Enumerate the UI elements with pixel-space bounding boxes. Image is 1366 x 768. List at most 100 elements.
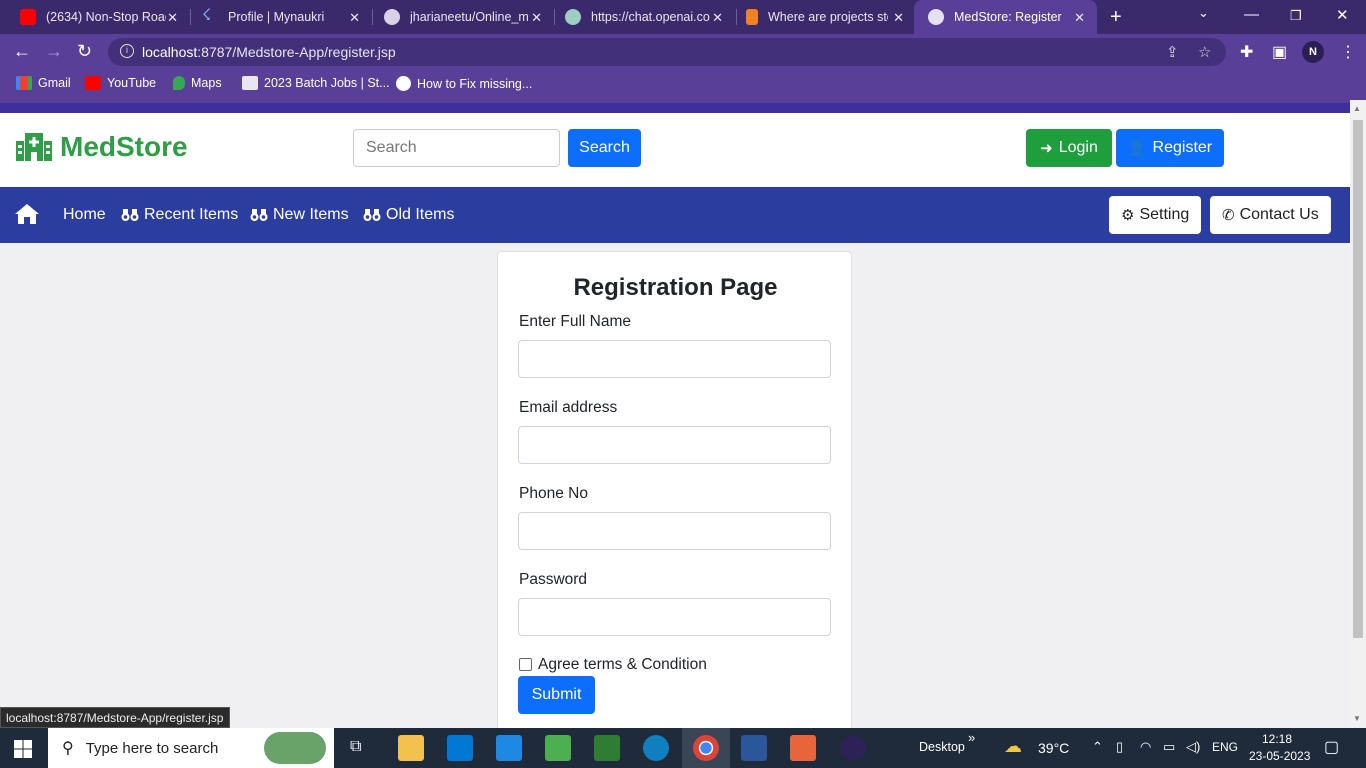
brand-logo[interactable]: MedStore [16,131,188,163]
browser-tab[interactable]: (2634) Non-Stop Road ✕ [0,0,190,34]
spreadsheet-app-icon[interactable] [545,735,571,761]
chrome-icon[interactable] [693,735,719,761]
back-arrow-icon[interactable]: ← [13,41,31,62]
bookmark-wordpress[interactable]: How to Fix missing... [396,76,532,91]
presentation-app-icon[interactable] [790,735,816,761]
registration-card: Registration Page Enter Full Name Email … [497,251,852,741]
search-button[interactable]: Search [568,129,641,167]
submit-button[interactable]: Submit [518,676,595,714]
scrollbar-thumb[interactable] [1353,120,1363,638]
password-field[interactable] [518,598,831,636]
home-icon[interactable] [14,203,40,225]
minimize-icon[interactable]: — [1244,6,1259,23]
forward-arrow-icon[interactable]: → [45,41,63,62]
github-icon [384,9,400,25]
close-icon[interactable]: ✕ [1074,10,1085,26]
full-name-label: Enter Full Name [519,313,631,330]
search-input[interactable] [353,129,560,167]
notification-icon[interactable]: ▢ [1324,737,1339,757]
browser-tab[interactable]: jharianeetu/Online_m ✕ [364,0,554,34]
binoculars-icon [363,209,381,221]
bookmark-youtube[interactable]: YouTube [85,76,156,90]
bookmark-maps[interactable]: Maps [173,76,222,90]
scroll-down-icon[interactable]: ▼ [1353,714,1361,723]
chevron-right-icon[interactable]: » [968,730,975,745]
task-view-icon[interactable]: ⧉ [350,738,361,756]
bookmark-gmail[interactable]: Gmail [16,76,71,90]
close-icon[interactable]: ✕ [893,10,904,26]
omnibox[interactable]: i localhost:8787/Medstore-App/register.j… [108,38,1226,66]
edge-icon[interactable] [643,735,669,761]
tab-title: Profile | Mynaukri [228,10,325,24]
eclipse-icon[interactable] [840,735,866,761]
setting-button[interactable]: ⚙ Setting [1109,196,1202,234]
nav-old-items[interactable]: Old Items [363,206,454,224]
nav-home[interactable]: Home [63,206,106,224]
restore-icon[interactable]: ❐ [1290,8,1302,24]
naukri-icon: ☇ [202,7,212,24]
clock-date[interactable]: 23-05-2023 [1249,749,1310,763]
share-icon[interactable]: ⇪ [1166,43,1179,61]
openai-icon [565,9,581,25]
mail-icon[interactable] [496,735,522,761]
window-close-icon[interactable]: ✕ [1336,6,1349,24]
agree-terms-checkbox[interactable] [519,658,532,671]
contact-us-button[interactable]: ✆ Contact Us [1210,196,1331,234]
jobs-icon [242,76,258,90]
file-explorer-icon[interactable] [398,735,424,761]
chevron-up-icon[interactable]: ⌃ [1092,739,1103,755]
main-navbar: Home Recent Items New Items Old Items ⚙ … [0,187,1350,243]
full-name-field[interactable] [518,340,831,378]
weather-icon[interactable]: ☁ [1004,736,1022,757]
menu-kebab-icon[interactable]: ⋮ [1340,42,1356,62]
nav-new-items[interactable]: New Items [250,206,349,224]
binoculars-icon [250,209,268,221]
extensions-puzzle-icon[interactable]: ✚ [1240,42,1253,62]
register-button[interactable]: 👤 Register [1116,129,1224,167]
tab-search-chevron-icon[interactable]: ⌄ [1198,5,1209,21]
device-icon[interactable]: ▯ [1116,739,1123,755]
login-button[interactable]: ➜ Login [1026,129,1112,167]
status-url-tooltip: localhost:8787/Medstore-App/register.jsp [0,707,231,728]
scroll-up-icon[interactable]: ▲ [1353,104,1361,113]
clock-time[interactable]: 12:18 [1262,732,1292,746]
profile-avatar[interactable]: N [1302,41,1324,63]
wifi-icon[interactable]: ◠ [1140,739,1151,755]
language-indicator[interactable]: ENG [1212,740,1238,754]
volume-icon[interactable]: ◁) [1186,739,1200,755]
hospital-icon [16,133,52,161]
browser-tab[interactable]: https://chat.openai.co ✕ [545,0,735,34]
site-info-icon[interactable]: i [120,44,134,58]
turtle-illustration-icon [264,732,326,764]
tab-title: MedStore: Register [954,10,1062,24]
media-app-icon[interactable] [594,735,620,761]
taskbar-search[interactable]: ⚲ Type here to search [48,728,334,768]
url-text[interactable]: localhost:8787/Medstore-App/register.jsp [142,44,396,60]
nav-recent-items[interactable]: Recent Items [121,206,238,224]
close-icon[interactable]: ✕ [531,10,542,26]
sign-in-icon: ➜ [1040,140,1053,157]
reload-icon[interactable]: ↻ [77,41,92,62]
battery-icon[interactable]: ▭ [1163,739,1175,755]
browser-tab-active[interactable]: MedStore: Register ✕ [914,0,1097,34]
agree-terms-label[interactable]: Agree terms & Condition [538,656,707,674]
email-field[interactable] [518,426,831,464]
close-icon[interactable]: ✕ [712,10,723,26]
browser-tab[interactable]: ☇ Profile | Mynaukri ✕ [182,0,372,34]
bookmark-jobs[interactable]: 2023 Batch Jobs | St... [242,76,390,90]
desktop-toolbar-label[interactable]: Desktop [919,740,965,754]
tab-title: https://chat.openai.co [591,10,710,24]
bookmark-star-icon[interactable]: ☆ [1198,43,1211,61]
new-tab-icon[interactable]: + [1110,6,1122,29]
windows-start-icon[interactable] [14,740,32,758]
page-scrollbar[interactable]: ▲ ▼ [1350,100,1366,728]
word-icon[interactable] [741,735,767,761]
weather-temperature[interactable]: 39°C [1038,740,1069,756]
close-icon[interactable]: ✕ [167,10,178,26]
browser-tab[interactable]: Where are projects sto ✕ [726,0,916,34]
address-bar-row: ← → ↻ i localhost:8787/Medstore-App/regi… [0,34,1366,70]
phone-field[interactable] [518,512,831,550]
side-panel-icon[interactable]: ▣ [1272,42,1287,62]
microsoft-store-icon[interactable] [447,735,473,761]
close-icon[interactable]: ✕ [349,10,360,26]
